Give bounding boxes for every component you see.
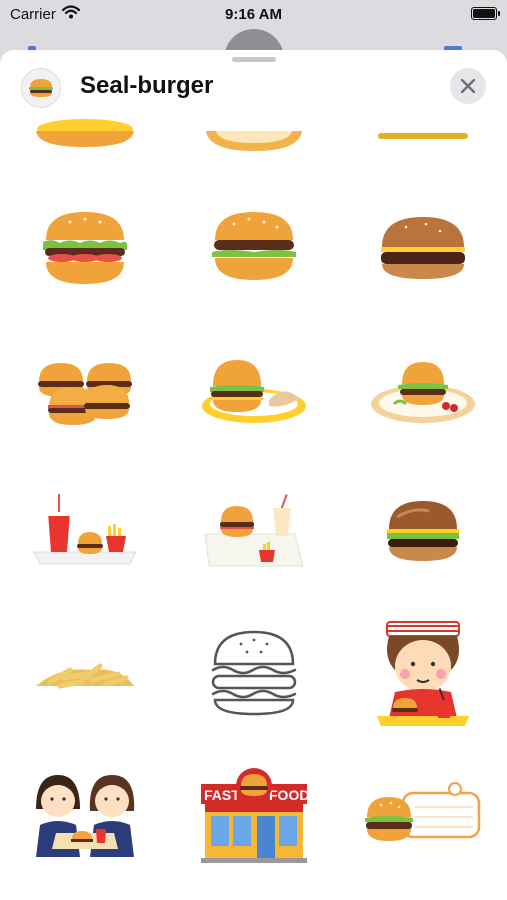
- sticker-students-eating[interactable]: [0, 743, 169, 884]
- close-button[interactable]: [450, 68, 486, 104]
- burger-memo-frame-icon: [364, 781, 480, 841]
- fast-food-shop-icon: FAST FOOD: [200, 767, 309, 863]
- bun-edge-icon: [377, 132, 468, 139]
- burger-plate-cherries-icon: [370, 361, 475, 423]
- sticker-realistic-burger[interactable]: [338, 179, 507, 320]
- status-bar: Carrier 9:16 AM: [0, 0, 507, 30]
- status-time: 9:16 AM: [225, 6, 282, 23]
- sticker-burger-outline[interactable]: [169, 602, 338, 743]
- sticker-burger-plate-cherries[interactable]: [338, 320, 507, 461]
- sticker-sheet: Seal-burger FAST FOOD: [0, 50, 507, 900]
- sticker-photo-burger[interactable]: [338, 461, 507, 602]
- sticker-burger-fries-shake-tray[interactable]: [169, 461, 338, 602]
- cheeseburger-icon: [211, 211, 296, 280]
- sticker-burger-stack[interactable]: [0, 320, 169, 461]
- boy-eating-burger-icon: [376, 620, 469, 726]
- close-icon: [461, 79, 475, 93]
- sticker-grid-viewport[interactable]: FAST FOOD: [0, 118, 507, 900]
- burger-stack-icon: [37, 362, 132, 425]
- sticker-drink-burger-fries-tray[interactable]: [0, 461, 169, 602]
- burger-outline-icon: [211, 630, 296, 715]
- sticker-lettuce-tomato-burger[interactable]: [0, 179, 169, 320]
- french-fries-icon: [35, 663, 134, 688]
- sticker-cheeseburger[interactable]: [169, 179, 338, 320]
- sticker-fast-food-shop[interactable]: FAST FOOD: [169, 743, 338, 884]
- sticker-burger-bun-bottom[interactable]: [0, 118, 169, 179]
- sheet-grabber[interactable]: [232, 57, 276, 62]
- sticker-boy-eating-burger[interactable]: [338, 602, 507, 743]
- plate-rim-icon: [205, 130, 302, 151]
- drink-burger-fries-tray-icon: [32, 493, 137, 564]
- sticker-burger-plate-bread[interactable]: [169, 320, 338, 461]
- sheet-header: Seal-burger: [0, 64, 507, 112]
- lettuce-tomato-burger-icon: [42, 211, 127, 284]
- sticker-burger-memo-frame[interactable]: [338, 743, 507, 884]
- sticker-bun-edge[interactable]: [338, 118, 507, 179]
- burger-bun-bottom-icon: [35, 118, 134, 147]
- shop-sign-right: FOOD: [269, 787, 309, 803]
- sticker-grid: FAST FOOD: [0, 118, 507, 884]
- realistic-burger-icon: [380, 216, 465, 279]
- burger-plate-bread-icon: [201, 359, 306, 423]
- sticker-plate-rim[interactable]: [169, 118, 338, 179]
- sticker-french-fries[interactable]: [0, 602, 169, 743]
- sticker-pack-title: Seal-burger: [80, 72, 214, 99]
- battery-icon: [471, 7, 500, 20]
- photo-burger-icon: [386, 500, 459, 561]
- burger-fries-shake-tray-icon: [203, 493, 304, 566]
- burger-icon[interactable]: [21, 68, 61, 108]
- shop-sign-left: FAST: [204, 787, 240, 803]
- students-eating-icon: [35, 774, 134, 857]
